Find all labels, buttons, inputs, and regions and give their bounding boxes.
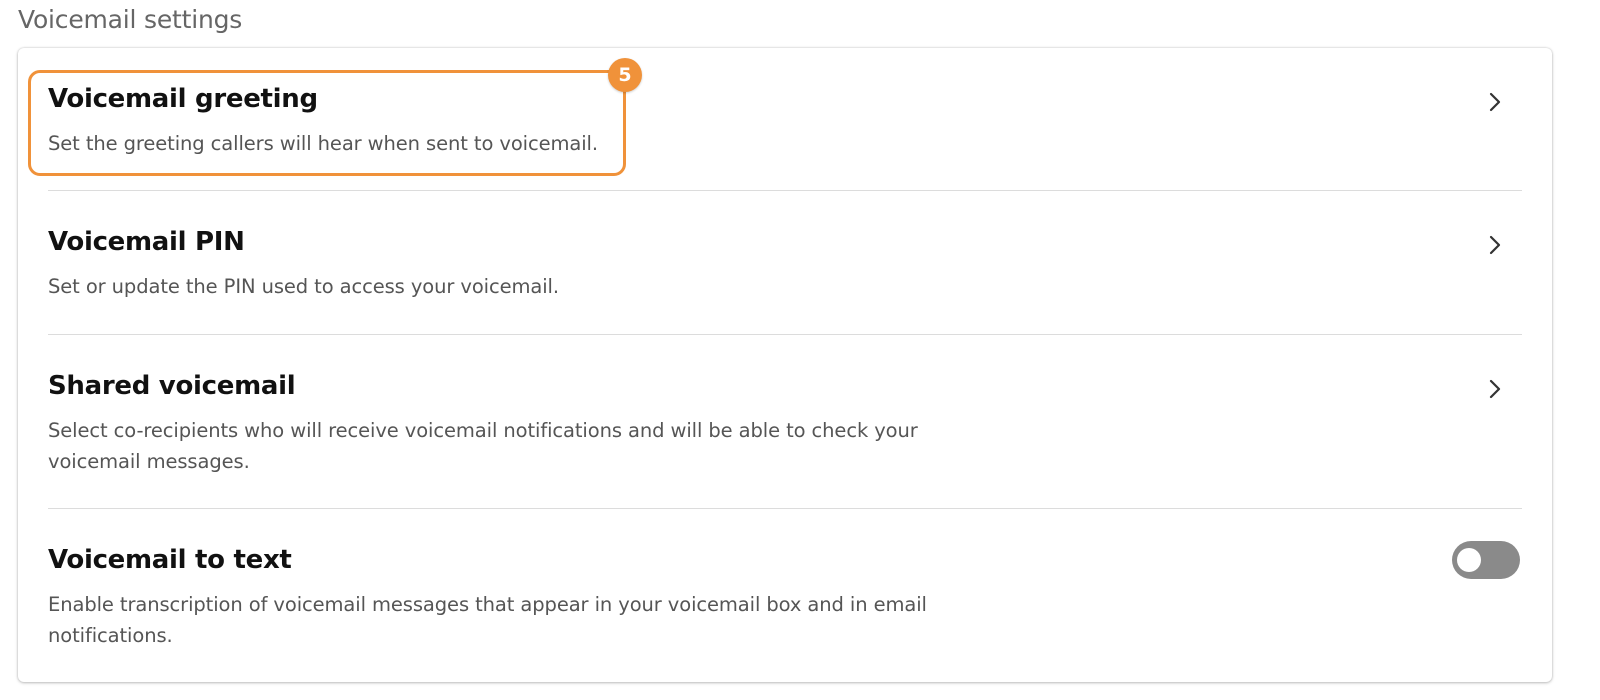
row-title: Shared voicemail — [48, 371, 296, 401]
row-description: Set or update the PIN used to access you… — [48, 275, 559, 298]
row-title: Voicemail PIN — [48, 227, 245, 257]
chevron-right-icon[interactable] — [1486, 233, 1504, 257]
voicemail-to-text-toggle[interactable] — [1452, 541, 1520, 579]
chevron-right-icon[interactable] — [1486, 377, 1504, 401]
settings-row-shared-voicemail[interactable]: Shared voicemail Select co-recipients wh… — [48, 335, 1522, 508]
settings-row-voicemail-to-text: Voicemail to text Enable transcription o… — [48, 509, 1522, 682]
row-description: Enable transcription of voicemail messag… — [48, 593, 927, 647]
step-number-badge: 5 — [608, 58, 642, 92]
settings-row-voicemail-pin[interactable]: Voicemail PIN Set or update the PIN used… — [48, 191, 1522, 334]
row-title: Voicemail to text — [48, 545, 292, 575]
step-highlight-box — [28, 70, 626, 176]
row-description: Select co-recipients who will receive vo… — [48, 419, 918, 473]
toggle-knob — [1457, 548, 1481, 572]
voicemail-settings-card: Voicemail greeting Set the greeting call… — [18, 48, 1552, 682]
section-title: Voicemail settings — [18, 5, 243, 34]
chevron-right-icon[interactable] — [1486, 90, 1504, 114]
